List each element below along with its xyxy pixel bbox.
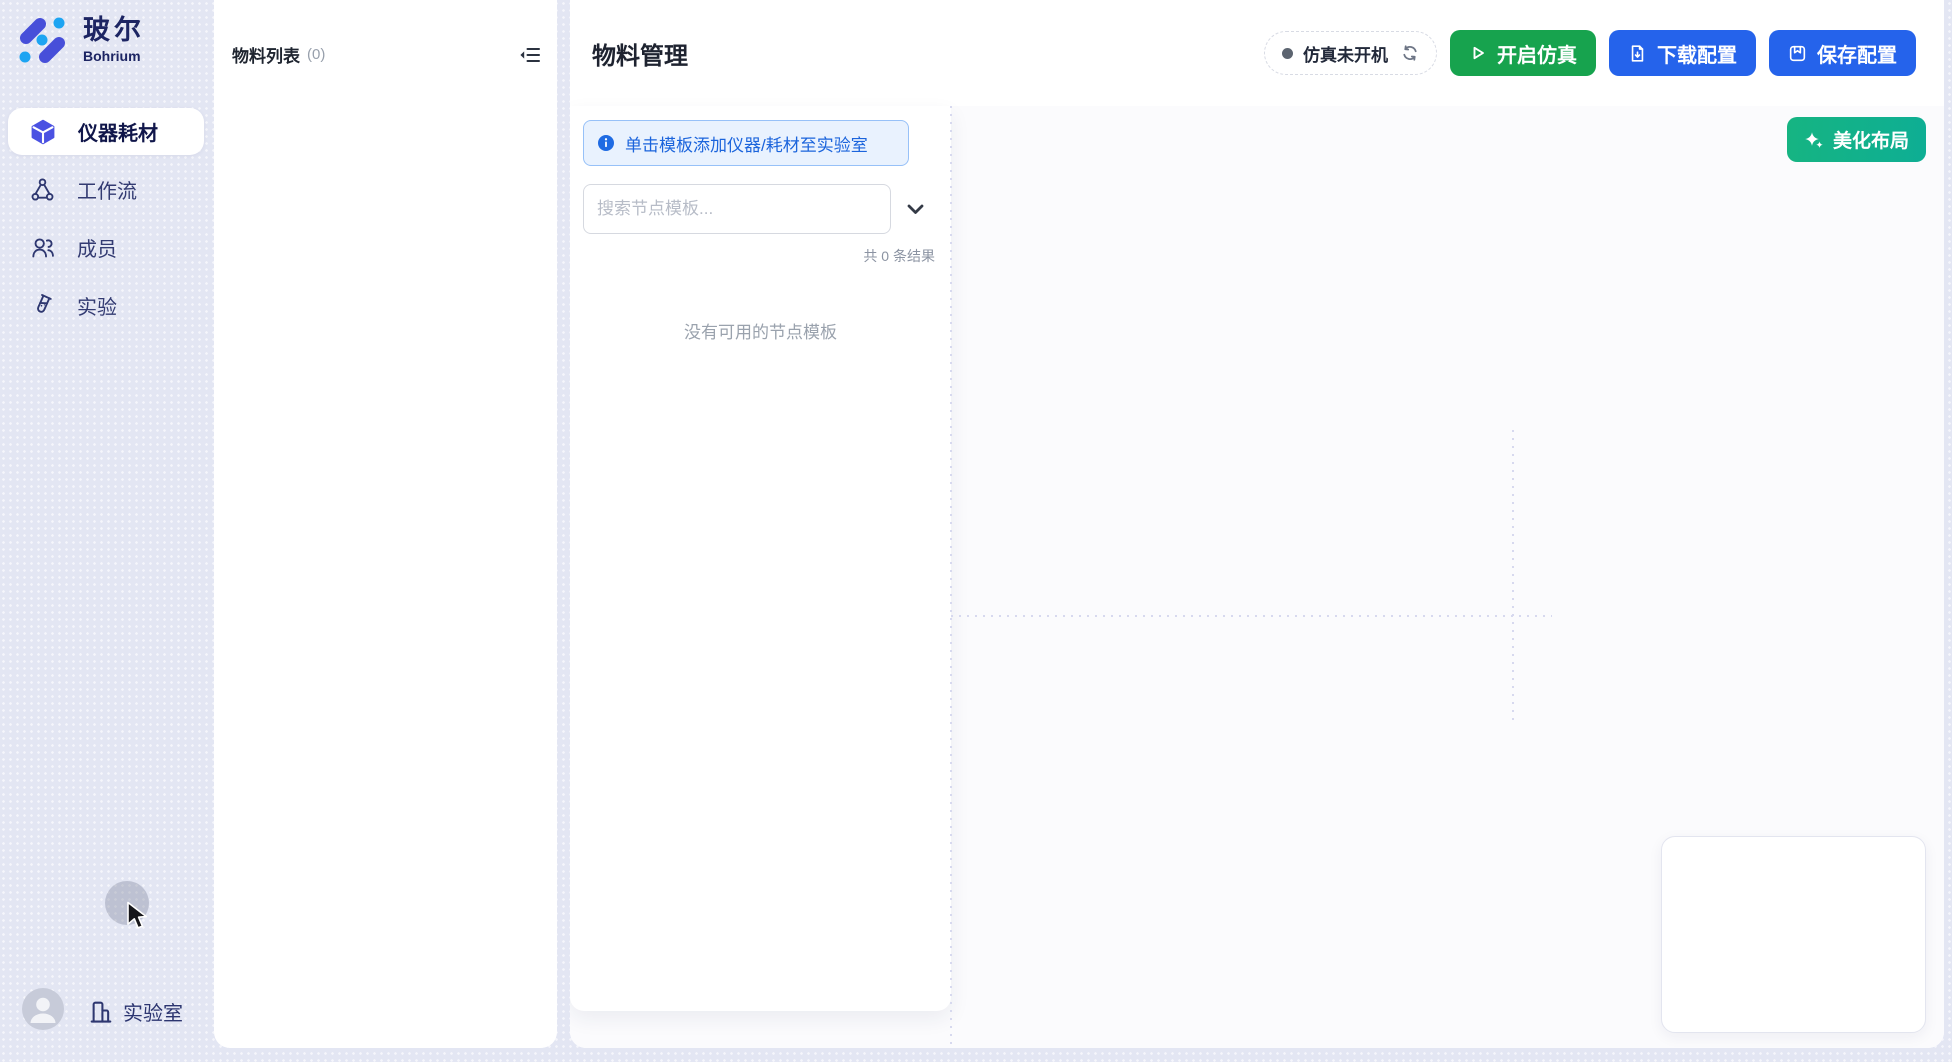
material-list-title: 物料列表 bbox=[232, 42, 300, 67]
members-icon bbox=[30, 235, 55, 260]
sidebar-item-experiment[interactable]: 实验 bbox=[8, 282, 204, 329]
canvas-guide-line bbox=[951, 615, 1552, 617]
canvas-guide-line bbox=[1512, 430, 1514, 722]
app-root: 玻尔 Bohrium 仪器耗材 bbox=[0, 0, 1952, 1062]
experiment-icon bbox=[30, 293, 55, 318]
chevron-down-icon[interactable] bbox=[907, 204, 924, 215]
info-icon bbox=[597, 134, 615, 152]
collapse-panel-icon[interactable] bbox=[519, 46, 541, 64]
download-config-label: 下载配置 bbox=[1657, 39, 1737, 68]
start-simulation-label: 开启仿真 bbox=[1497, 39, 1577, 68]
brand-name-en: Bohrium bbox=[83, 48, 145, 64]
page-title: 物料管理 bbox=[592, 36, 688, 71]
start-simulation-button[interactable]: 开启仿真 bbox=[1450, 30, 1596, 76]
result-count: 共 0 条结果 bbox=[583, 246, 935, 266]
sidebar-nav: 仪器耗材 工作流 bbox=[8, 108, 204, 340]
sidebar-item-label: 实验 bbox=[77, 291, 117, 320]
material-list-header: 物料列表 (0) bbox=[214, 0, 557, 67]
beautify-layout-label: 美化布局 bbox=[1833, 126, 1909, 153]
material-list-panel: 物料列表 (0) bbox=[214, 0, 557, 1048]
simulation-status-label: 仿真未开机 bbox=[1303, 41, 1388, 66]
template-hint-banner: 单击模板添加仪器/耗材至实验室 bbox=[583, 120, 909, 166]
simulation-status-pill: 仿真未开机 bbox=[1264, 31, 1437, 75]
main-panel: 物料管理 仿真未开机 bbox=[570, 0, 1944, 1048]
lab-label: 实验室 bbox=[123, 997, 183, 1026]
header-actions: 仿真未开机 bbox=[1264, 0, 1916, 106]
search-input[interactable] bbox=[583, 184, 891, 234]
play-icon bbox=[1469, 44, 1487, 62]
main-header: 物料管理 仿真未开机 bbox=[570, 0, 1944, 107]
cube-icon bbox=[30, 119, 56, 145]
building-icon bbox=[88, 999, 114, 1025]
beautify-layout-button[interactable]: 美化布局 bbox=[1787, 117, 1926, 162]
workflow-icon bbox=[30, 177, 55, 202]
sidebar-item-workflow[interactable]: 工作流 bbox=[8, 166, 204, 213]
bohrium-logo-icon bbox=[16, 14, 68, 66]
sidebar-item-label: 仪器耗材 bbox=[78, 117, 158, 146]
user-avatar[interactable] bbox=[22, 988, 64, 1030]
minimap-panel[interactable] bbox=[1661, 836, 1926, 1033]
sidebar-item-label: 工作流 bbox=[77, 175, 137, 204]
material-list-count: (0) bbox=[307, 46, 325, 63]
empty-template-message: 没有可用的节点模板 bbox=[570, 318, 951, 343]
save-config-button[interactable]: 保存配置 bbox=[1769, 30, 1916, 76]
save-config-label: 保存配置 bbox=[1817, 39, 1897, 68]
sparkles-icon bbox=[1804, 130, 1824, 150]
template-hint-text: 单击模板添加仪器/耗材至实验室 bbox=[625, 131, 868, 156]
sidebar: 玻尔 Bohrium 仪器耗材 bbox=[0, 0, 214, 1062]
brand-name-zh: 玻尔 bbox=[83, 16, 145, 44]
template-search-row bbox=[583, 184, 951, 234]
download-config-button[interactable]: 下载配置 bbox=[1609, 30, 1756, 76]
save-icon bbox=[1788, 44, 1807, 63]
brand: 玻尔 Bohrium bbox=[16, 14, 145, 66]
flow-canvas[interactable]: 单击模板添加仪器/耗材至实验室 共 0 条结果 没有可用的节点模板 bbox=[570, 106, 1944, 1048]
sidebar-item-members[interactable]: 成员 bbox=[8, 224, 204, 271]
sidebar-item-lab[interactable]: 实验室 bbox=[88, 997, 183, 1026]
refresh-icon[interactable] bbox=[1401, 44, 1419, 62]
status-dot-icon bbox=[1282, 48, 1293, 59]
sidebar-item-instruments[interactable]: 仪器耗材 bbox=[8, 108, 204, 155]
template-panel: 单击模板添加仪器/耗材至实验室 共 0 条结果 没有可用的节点模板 bbox=[570, 106, 951, 1011]
file-download-icon bbox=[1628, 44, 1647, 63]
sidebar-item-label: 成员 bbox=[77, 233, 117, 262]
